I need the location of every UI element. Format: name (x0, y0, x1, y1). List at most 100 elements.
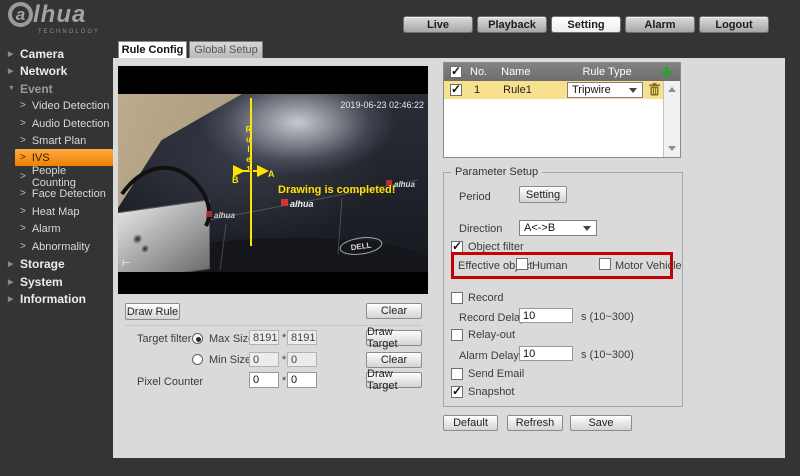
min-height-input[interactable] (287, 352, 317, 367)
pixel-counter-label: Pixel Counter (137, 376, 203, 388)
rule-row-checkbox[interactable] (450, 84, 462, 96)
sidebar-item-event[interactable]: ▼Event (0, 80, 113, 97)
draw-target-button-max[interactable]: Draw Target (366, 330, 422, 346)
max-height-input[interactable] (287, 330, 317, 345)
sidebar-item-heat-map[interactable]: >Heat Map (0, 203, 113, 220)
alarm-delay-label: Alarm Delay (459, 350, 519, 362)
cable (122, 168, 209, 226)
alarm-delay-suffix: s (10~300) (581, 349, 634, 361)
tab-rule-config[interactable]: Rule Config (118, 41, 187, 58)
sidebar-item-system[interactable]: ▶System (0, 273, 113, 290)
dell-logo-text: DELL (350, 241, 372, 253)
relay-out-checkbox[interactable] (451, 329, 463, 341)
draw-cursor-icon: ⊢ (122, 258, 131, 269)
alarm-delay-input[interactable] (519, 346, 573, 361)
scroll-up-icon[interactable] (668, 87, 676, 92)
sidebar-item-smart-plan[interactable]: >Smart Plan (0, 132, 113, 149)
rule-table: No. Name Rule Type 1 Rule1 Tripwire (443, 62, 681, 158)
chevron-right-icon: ▶ (8, 278, 20, 286)
chevron-right-icon: > (20, 135, 26, 146)
rule-type-dropdown[interactable]: Tripwire (567, 82, 643, 98)
record-delay-suffix: s (10~300) (581, 311, 634, 323)
select-all-checkbox[interactable] (450, 66, 462, 78)
clear-rule-button[interactable]: Clear (366, 303, 422, 319)
sidebar-item-information[interactable]: ▶Information (0, 290, 113, 307)
max-size-radio[interactable] (192, 333, 203, 344)
direction-label-a: A (268, 169, 275, 179)
record-delay-input[interactable] (519, 308, 573, 323)
col-name: Name (501, 66, 530, 78)
sidebar-item-audio-detection[interactable]: >Audio Detection (0, 115, 113, 132)
dahua-logo: a lhua TECHNOLOGY (8, 2, 86, 28)
save-button[interactable]: Save (570, 415, 632, 431)
sidebar-item-abnormality[interactable]: >Abnormality (0, 238, 113, 255)
table-scrollbar[interactable] (663, 81, 680, 157)
sidebar-item-network[interactable]: ▶Network (0, 62, 113, 79)
col-no: No. (470, 66, 487, 78)
nav-setting-button[interactable]: Setting (551, 16, 621, 33)
human-checkbox[interactable] (516, 258, 528, 270)
asterisk: * (282, 332, 286, 344)
nav-logout-button[interactable]: Logout (699, 16, 769, 33)
sidebar-item-ivs[interactable]: >IVS (15, 149, 113, 166)
direction-dropdown[interactable]: A<->B (519, 220, 597, 236)
sidebar: ▶Camera ▶Network ▼Event >Video Detection… (0, 35, 113, 476)
screen-logo-right: alhua (394, 180, 415, 189)
chevron-right-icon: > (20, 206, 26, 217)
rule-row[interactable]: 1 Rule1 Tripwire (444, 81, 663, 99)
camera-image: DELL alhua alhua alhua 2019-06-23 02:46:… (118, 94, 428, 272)
nav-playback-button[interactable]: Playback (477, 16, 547, 33)
chevron-right-icon: ▶ (8, 67, 20, 75)
chevron-right-icon: > (20, 241, 26, 252)
rule-name: Rule1 (503, 84, 532, 96)
scroll-down-icon[interactable] (668, 146, 676, 151)
sidebar-item-video-detection[interactable]: >Video Detection (0, 97, 113, 114)
asterisk: * (282, 375, 286, 387)
tab-global-setup[interactable]: Global Setup (189, 41, 263, 58)
record-delay-label: Record Delay (459, 312, 526, 324)
relay-out-label: Relay-out (468, 329, 515, 341)
chevron-right-icon: > (20, 188, 26, 199)
delete-rule-icon[interactable] (649, 83, 660, 96)
screen-logo-center: alhua (290, 199, 314, 209)
send-email-checkbox[interactable] (451, 368, 463, 380)
chevron-right-icon: ▶ (8, 295, 20, 303)
min-width-input[interactable] (249, 352, 279, 367)
draw-rule-button[interactable]: Draw Rule (125, 303, 180, 320)
sidebar-item-storage[interactable]: ▶Storage (0, 255, 113, 272)
max-width-input[interactable] (249, 330, 279, 345)
sidebar-item-alarm[interactable]: >Alarm (0, 220, 113, 237)
sidebar-item-people-counting[interactable]: >People Counting (0, 168, 113, 185)
chevron-right-icon: > (20, 171, 26, 182)
rule-table-header: No. Name Rule Type (444, 63, 680, 81)
chevron-right-icon: > (20, 118, 26, 129)
target-filter-label: Target filter (137, 333, 191, 345)
col-rule-type: Rule Type (582, 66, 631, 78)
video-overlay: DELL alhua alhua alhua 2019-06-23 02:46:… (118, 94, 428, 272)
chevron-right-icon: > (20, 100, 26, 111)
nav-alarm-button[interactable]: Alarm (625, 16, 695, 33)
chevron-down-icon (629, 88, 637, 93)
motor-vehicle-checkbox[interactable] (599, 258, 611, 270)
clear-target-button[interactable]: Clear (366, 352, 422, 368)
video-preview-canvas[interactable]: DELL alhua alhua alhua 2019-06-23 02:46:… (118, 66, 428, 294)
default-button[interactable]: Default (443, 415, 498, 431)
snapshot-checkbox[interactable] (451, 386, 463, 398)
sidebar-item-camera[interactable]: ▶Camera (0, 45, 113, 62)
min-size-radio[interactable] (192, 354, 203, 365)
snapshot-label: Snapshot (468, 386, 514, 398)
chevron-right-icon: > (20, 223, 26, 234)
add-rule-icon[interactable] (661, 67, 672, 78)
record-checkbox[interactable] (451, 292, 463, 304)
record-label: Record (468, 292, 503, 304)
period-setting-button[interactable]: Setting (519, 186, 567, 203)
chevron-right-icon: ▶ (8, 50, 20, 58)
sidebar-item-face-detection[interactable]: >Face Detection (0, 185, 113, 202)
nav-live-button[interactable]: Live (403, 16, 473, 33)
refresh-button[interactable]: Refresh (507, 415, 563, 431)
video-timestamp: 2019-06-23 02:46:22 (340, 100, 424, 110)
pixel-height-input[interactable] (287, 372, 317, 388)
draw-target-button-pixel[interactable]: Draw Target (366, 372, 422, 388)
send-email-label: Send Email (468, 368, 524, 380)
pixel-width-input[interactable] (249, 372, 279, 388)
